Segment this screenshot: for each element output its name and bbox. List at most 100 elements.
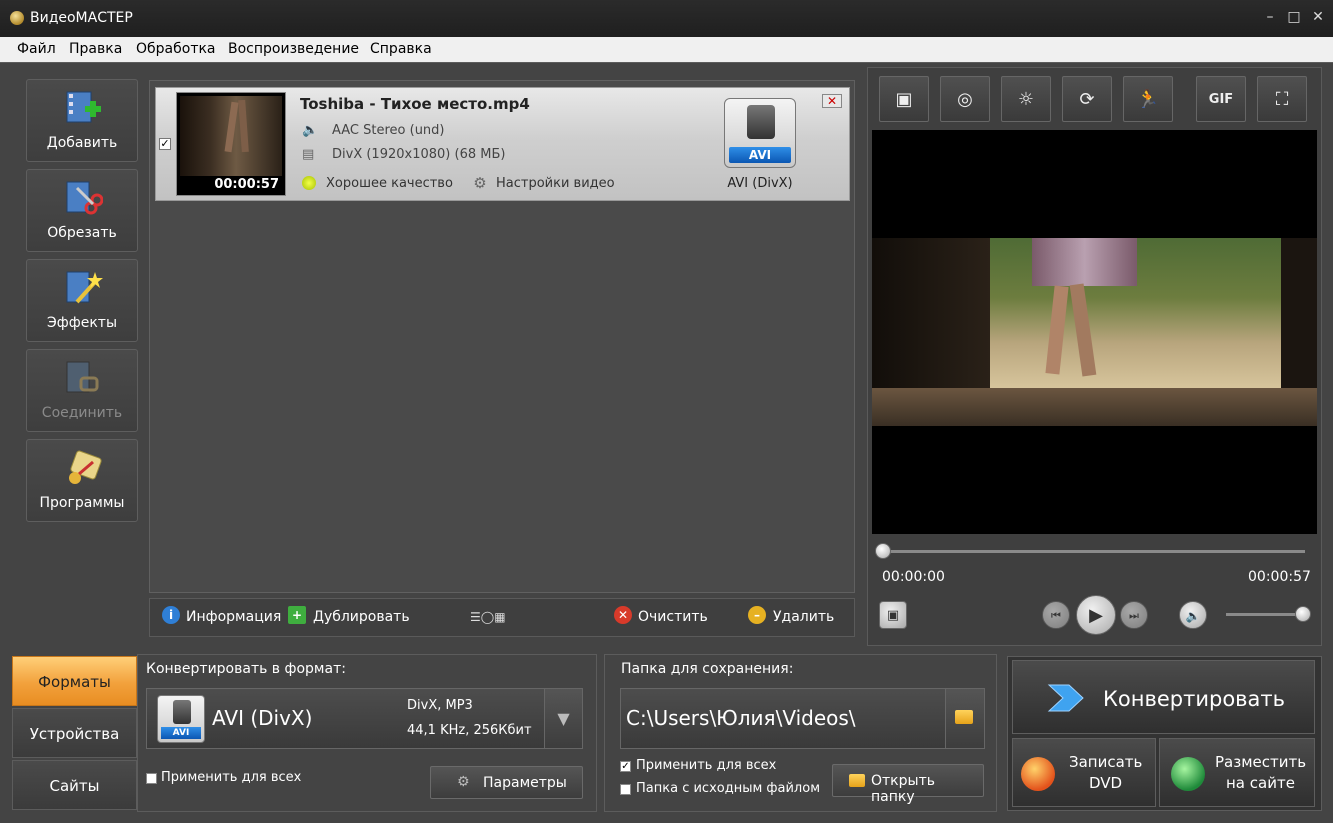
speaker-icon: 🔈 xyxy=(1185,609,1201,623)
join-button[interactable]: Соединить xyxy=(26,349,138,432)
apply-all-save-label: Применить для всех xyxy=(636,758,777,773)
duplicate-icon: + xyxy=(288,606,306,624)
gear-icon: ⚙ xyxy=(473,174,487,192)
menu-help[interactable]: Справка xyxy=(370,41,432,57)
close-button[interactable]: ✕ xyxy=(1310,9,1326,25)
maximize-button[interactable]: □ xyxy=(1286,9,1302,25)
cut-button[interactable]: Обрезать xyxy=(26,169,138,252)
skip-back-icon: ⏮ xyxy=(1051,609,1061,622)
format-dropdown-button[interactable]: ▼ xyxy=(544,689,582,748)
format-tag: AVI xyxy=(729,147,791,163)
clear-icon: ✕ xyxy=(614,606,632,624)
film-strip-icon: ▤ xyxy=(302,147,315,162)
film-cut-icon xyxy=(66,181,103,215)
file-video-info: DivX (1920x1080) (68 МБ) xyxy=(332,147,506,162)
play-button[interactable]: ▶ xyxy=(1076,595,1116,635)
menu-edit[interactable]: Правка xyxy=(69,41,122,57)
upload-globe-icon xyxy=(1171,757,1205,791)
volume-slider[interactable] xyxy=(1226,613,1306,616)
apply-all-format-checkbox[interactable] xyxy=(146,773,157,784)
params-button[interactable]: ⚙ Параметры xyxy=(430,766,583,799)
quality-icon xyxy=(302,176,316,190)
speed-icon: 🏃 xyxy=(1136,89,1160,110)
window-title: ВидеоМАСТЕР xyxy=(30,10,133,26)
add-button[interactable]: Добавить xyxy=(26,79,138,162)
open-folder-button[interactable]: Открыть папку xyxy=(832,764,984,805)
mute-button[interactable]: 🔈 xyxy=(1179,601,1207,629)
next-button[interactable]: ⏭ xyxy=(1120,601,1148,629)
file-thumbnail[interactable]: 00:00:57 xyxy=(176,92,286,196)
play-icon: ▶ xyxy=(1089,605,1103,626)
info-button[interactable]: Информация xyxy=(186,609,281,625)
remove-file-button[interactable]: ✕ xyxy=(822,94,842,108)
file-name: Toshiba - Тихое место.mp4 xyxy=(300,95,530,113)
title-bar: ВидеоМАСТЕР – □ ✕ xyxy=(0,0,1333,37)
format-codecs: DivX, MP3 xyxy=(407,698,473,713)
crop-icon: ▣ xyxy=(895,89,913,110)
publish-web-line2: на сайте xyxy=(1226,774,1295,792)
seek-handle[interactable] xyxy=(875,543,891,559)
format-icon: AVI xyxy=(157,695,205,743)
menu-playback[interactable]: Воспроизведение xyxy=(228,41,359,57)
volume-handle[interactable] xyxy=(1295,606,1311,622)
seek-bar[interactable] xyxy=(880,550,1305,553)
duplicate-button[interactable]: Дублировать xyxy=(313,609,410,625)
camcorder-icon xyxy=(173,700,191,724)
brightness-button[interactable]: ☼ xyxy=(1001,76,1051,122)
gif-button[interactable]: GIF xyxy=(1196,76,1246,122)
params-label: Параметры xyxy=(483,775,567,791)
dvd-icon xyxy=(1021,757,1055,791)
clear-button[interactable]: Очистить xyxy=(638,609,708,625)
film-add-icon xyxy=(66,91,101,123)
menu-file[interactable]: Файл xyxy=(17,41,56,57)
programs-label: Программы xyxy=(39,495,125,511)
folder-icon xyxy=(849,774,865,787)
speed-button[interactable]: 🏃 xyxy=(1123,76,1173,122)
quality-link[interactable]: Хорошее качество xyxy=(326,176,453,191)
apply-all-save-checkbox[interactable]: ✓ xyxy=(620,761,631,772)
output-format-badge[interactable]: AVI xyxy=(724,98,796,168)
crop-button[interactable]: ▣ xyxy=(879,76,929,122)
menu-processing[interactable]: Обработка xyxy=(136,41,216,57)
file-audio-info: AAC Stereo (und) xyxy=(332,123,445,138)
fullscreen-button[interactable]: ⛶ xyxy=(1257,76,1307,122)
prev-button[interactable]: ⏮ xyxy=(1042,601,1070,629)
rotate-icon: ⟳ xyxy=(1079,89,1095,110)
format-name: AVI (DivX) xyxy=(212,706,313,730)
video-frame xyxy=(872,238,1317,426)
fullscreen-icon: ⛶ xyxy=(1275,89,1289,110)
tab-sites[interactable]: Сайты xyxy=(12,760,137,810)
rotate-button[interactable]: ⟳ xyxy=(1062,76,1112,122)
chevron-down-icon: ▼ xyxy=(557,709,570,728)
cut-label: Обрезать xyxy=(47,225,117,241)
file-duration: 00:00:57 xyxy=(214,177,279,192)
speaker-icon: 🔈 xyxy=(302,123,319,138)
folder-icon xyxy=(955,710,973,724)
file-checkbox[interactable]: ✓ xyxy=(159,138,171,150)
effects-wand-icon xyxy=(66,271,103,304)
stabilize-button[interactable]: ◎ xyxy=(940,76,990,122)
join-label: Соединить xyxy=(41,405,123,421)
burn-dvd-line1: Записать xyxy=(1069,753,1143,771)
programs-button[interactable]: Программы xyxy=(26,439,138,522)
tab-formats[interactable]: Форматы xyxy=(12,656,137,706)
save-path: C:\Users\Юлия\Videos\ xyxy=(626,706,856,730)
programs-icon xyxy=(69,450,102,484)
video-settings-link[interactable]: Настройки видео xyxy=(496,176,615,191)
minimize-button[interactable]: – xyxy=(1262,9,1278,25)
delete-button[interactable]: Удалить xyxy=(773,609,834,625)
format-panel-label: Конвертировать в формат: xyxy=(146,661,346,677)
open-folder-label: Открыть папку xyxy=(871,773,935,805)
convert-arrow-icon xyxy=(1047,684,1084,712)
tab-devices[interactable]: Устройства xyxy=(12,708,137,758)
image-icon: ▣ xyxy=(886,608,900,623)
add-label: Добавить xyxy=(46,135,118,151)
burn-dvd-line2: DVD xyxy=(1089,774,1123,792)
thumbnail-scene xyxy=(180,96,282,176)
view-toggle[interactable]: ☰◯▦ xyxy=(470,610,506,624)
delete-icon: – xyxy=(748,606,766,624)
effects-button[interactable]: Эффекты xyxy=(26,259,138,342)
source-folder-checkbox[interactable] xyxy=(620,784,631,795)
snapshot-button[interactable]: ▣ xyxy=(879,601,907,629)
info-icon: i xyxy=(162,606,180,624)
